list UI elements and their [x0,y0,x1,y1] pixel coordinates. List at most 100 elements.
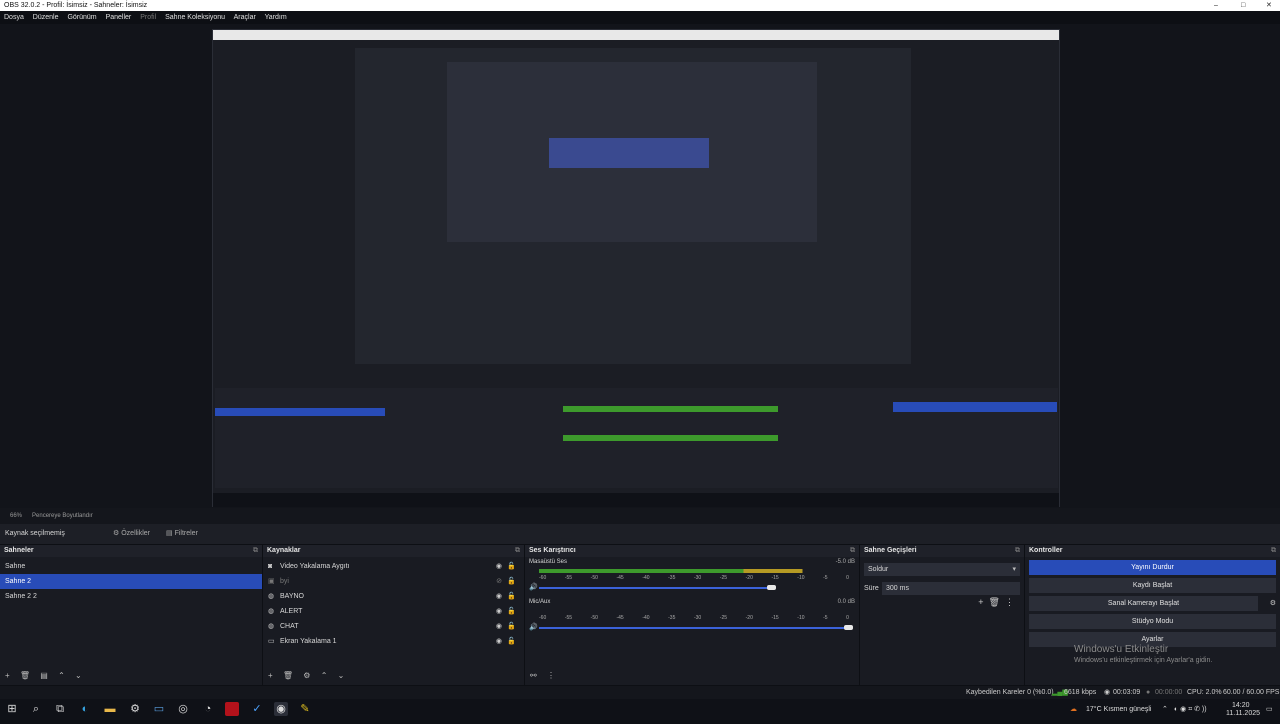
undock-icon[interactable]: ⧉ [253,545,258,557]
discord-icon[interactable]: ◔ [201,702,215,716]
trash-icon[interactable]: 🗑 [20,671,30,680]
menu-view[interactable]: Görünüm [67,14,96,21]
source-item[interactable]: ▭ Ekran Yakalama 1 ◉ 🔓 [263,634,524,649]
menu-tools[interactable]: Araçlar [234,14,256,21]
lock-icon[interactable]: 🔓 [507,619,516,634]
menu-dots-icon[interactable]: ⋮ [1005,597,1014,607]
transition-select[interactable]: Soldur ▾ [864,563,1020,576]
search-icon[interactable]: ⌕ [29,702,43,716]
start-recording-button[interactable]: Kaydı Başlat [1029,578,1276,593]
eye-icon[interactable]: ◉ [496,619,502,634]
add-icon[interactable]: + [5,671,10,680]
track-db: -5.0 dB [835,559,855,565]
menu-help[interactable]: Yardım [265,14,287,21]
stop-streaming-button[interactable]: Yayını Durdur [1029,560,1276,575]
trash-icon[interactable]: 🗑 [283,671,293,680]
tick-label: -30 [693,615,702,621]
maximize-button[interactable]: □ [1241,0,1245,11]
add-icon[interactable]: + [978,597,983,607]
taskbar: ⊞ ⌕ ⧉ ◐ ▬ ⚙ ▭ ◎ ◔ ✓ ◉ ✎ ☁ 17°C Kısmen gü… [0,699,1280,720]
mail-icon[interactable]: ▭ [152,702,166,716]
eye-icon[interactable]: ◉ [496,559,502,574]
eye-icon[interactable]: ◉ [496,634,502,649]
menu-scene-collection[interactable]: Sahne Koleksiyonu [165,14,225,21]
zoom-level[interactable]: 66% [10,513,22,519]
tick-label: -45 [616,615,624,621]
scene-item[interactable]: Sahne 2 [0,574,262,589]
source-item[interactable]: ▣ byi ⊘ 🔓 [263,574,524,589]
record-icon: ● [1146,689,1151,696]
lock-icon[interactable]: 🔓 [507,604,516,619]
chevron-up-icon[interactable]: ⌃ [1162,699,1168,720]
scenes-footer: + 🗑 ▤ ⌃ ⌄ [0,667,262,685]
close-button[interactable]: ✕ [1266,0,1272,11]
lock-icon[interactable]: 🔓 [507,634,516,649]
filters-label: Filtreler [174,530,198,537]
lock-icon[interactable]: 🔓 [507,589,516,604]
lock-icon[interactable]: 🔓 [507,574,516,589]
trash-icon[interactable]: 🗑 [989,597,1000,607]
tick-label: -60 [539,615,547,621]
move-down-icon[interactable]: ⌄ [338,671,345,680]
task-view-icon[interactable]: ⧉ [53,702,67,716]
notification-icon[interactable]: ▭ [1266,699,1273,720]
lock-icon[interactable]: 🔓 [507,559,516,574]
menu-file[interactable]: Dosya [4,14,24,21]
move-up-icon[interactable]: ⌃ [321,671,328,680]
speaker-icon[interactable]: 🔊 [529,623,538,631]
menu-edit[interactable]: Düzenle [33,14,59,21]
volume-knob[interactable] [844,625,853,630]
minimize-button[interactable]: – [1214,0,1218,11]
undock-icon[interactable]: ⧉ [515,545,520,557]
gear-icon[interactable]: ⚙ [1270,596,1276,611]
undock-icon[interactable]: ⧉ [1271,545,1276,557]
source-item[interactable]: ◙ Video Yakalama Aygıtı ◉ 🔓 [263,559,524,574]
undock-icon[interactable]: ⧉ [1015,545,1020,557]
properties-label: Özellikler [121,530,151,537]
volume-slider[interactable] [539,587,772,589]
scene-item[interactable]: Sahne [0,559,262,574]
tick-label: -5 [823,615,828,621]
undock-icon[interactable]: ⧉ [850,545,855,557]
duration-input[interactable]: 300 ms [882,582,1020,595]
eye-icon[interactable]: ◉ [496,604,502,619]
obs-icon[interactable]: ◉ [274,702,288,716]
steam-icon[interactable]: ◎ [176,702,190,716]
weather-icon: ☁ [1070,706,1077,713]
add-icon[interactable]: + [268,671,273,680]
studio-mode-button[interactable]: Stüdyo Modu [1029,614,1276,629]
file-explorer-icon[interactable]: ▬ [103,702,117,716]
menu-profile[interactable]: Profil [140,14,156,21]
tray-icons[interactable]: ◐ ◉ ⌗ ✆ )) [1174,699,1207,720]
volume-knob[interactable] [766,585,776,590]
gear-icon[interactable]: ⚙ [303,671,310,680]
edge-icon[interactable]: ◐ [78,702,92,716]
capcut-icon[interactable]: ✓ [250,702,264,716]
scene-item[interactable]: Sahne 2 2 [0,589,262,604]
move-up-icon[interactable]: ⌃ [58,671,65,680]
source-item[interactable]: ◍ ALERT ◉ 🔓 [263,604,524,619]
source-label: BAYNO [280,593,304,600]
notes-icon[interactable]: ✎ [298,702,312,716]
eye-off-icon[interactable]: ⊘ [496,574,502,589]
volume-meter [539,609,849,613]
filters-button[interactable]: ▤ Filtreler [166,524,198,544]
source-item[interactable]: ◍ BAYNO ◉ 🔓 [263,589,524,604]
settings-app-icon[interactable]: ⚙ [128,702,142,716]
menu-dots-icon[interactable]: ⋮ [547,671,555,680]
move-down-icon[interactable]: ⌄ [75,671,82,680]
properties-button[interactable]: ⚙ Özellikler [113,524,150,544]
speaker-icon[interactable]: 🔊 [529,583,538,591]
menu-docks[interactable]: Paneller [106,14,132,21]
source-item[interactable]: ◍ CHAT ◉ 🔓 [263,619,524,634]
windows-start-icon[interactable]: ⊞ [5,702,19,716]
eye-icon[interactable]: ◉ [496,589,502,604]
link-icon[interactable]: ⚯ [530,671,537,680]
scale-mode[interactable]: Pencereye Boyutlandır [32,513,93,519]
app-red-icon[interactable] [225,702,239,716]
volume-slider[interactable] [539,627,849,629]
meter-ticks: -60 -55 -50 -45 -40 -35 -30 -25 -20 -15 -10 -5 0 [539,615,849,621]
watermark-subtitle: Windows'u etkinleştirmek için Ayarlar'a … [1074,657,1213,664]
start-virtual-camera-button[interactable]: Sanal Kamerayı Başlat ⚙ [1029,596,1276,611]
filter-icon[interactable]: ▤ [40,671,48,680]
